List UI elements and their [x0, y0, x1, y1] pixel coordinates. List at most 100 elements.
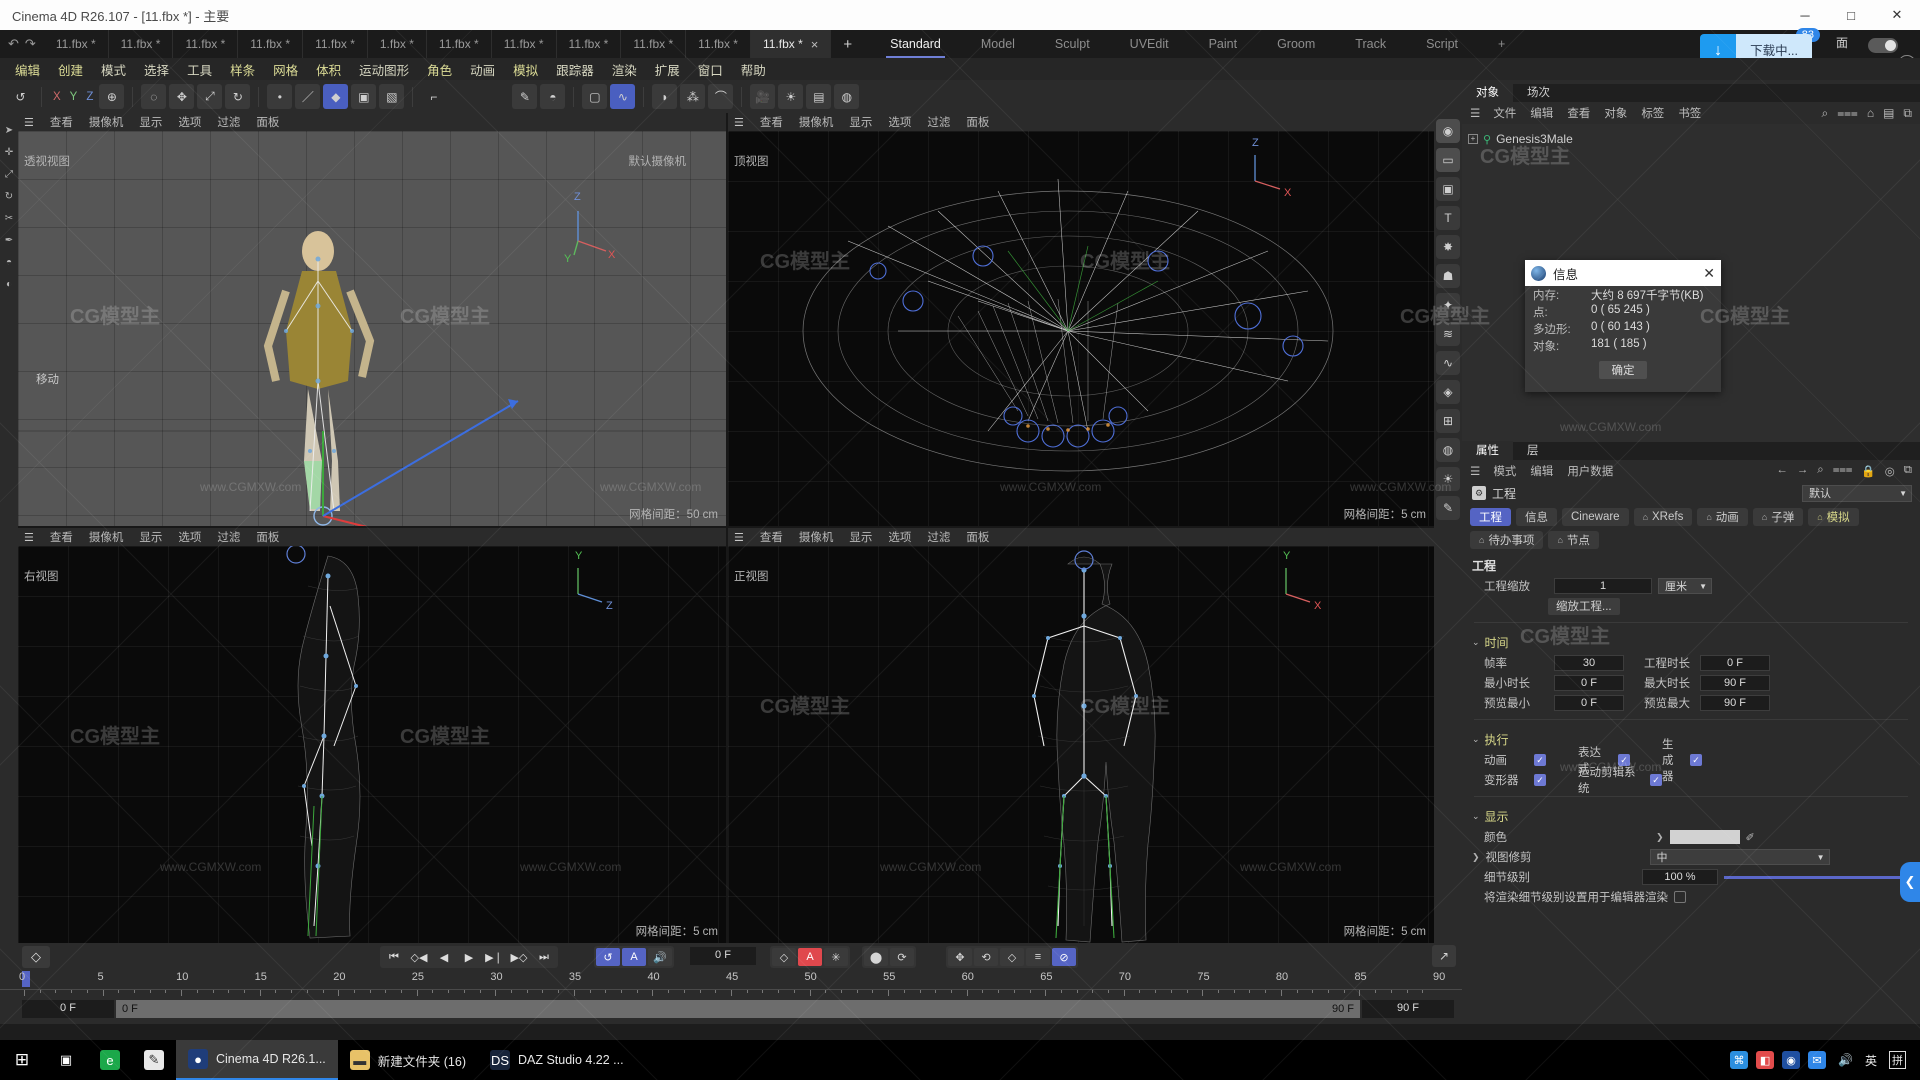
material-sphere-icon[interactable]: ◍ — [834, 84, 860, 109]
record-keyframe-button[interactable]: ◇ — [22, 946, 50, 968]
viewport-menu-filter[interactable]: 过滤 — [209, 114, 248, 130]
viewport-menu-display[interactable]: 显示 — [841, 114, 880, 130]
color-swatch[interactable] — [1669, 830, 1740, 844]
object-row-genesis3male[interactable]: + ⚲ Genesis3Male — [1468, 130, 1920, 148]
viewport-top[interactable]: ☰ 查看 摄像机 显示 选项 过滤 面板 Z X 顶视图 网格间距：5 cm — [728, 113, 1434, 526]
app-icon-1[interactable]: ⌘ — [1730, 1051, 1749, 1069]
play-icon[interactable]: ▶ — [457, 948, 481, 966]
document-tab-4[interactable]: 11.fbx * — [303, 30, 368, 58]
attr-menu-edit[interactable]: 编辑 — [1523, 463, 1560, 479]
chevron-right-icon[interactable]: ❯ — [1472, 852, 1480, 863]
chevron-down-icon[interactable]: ⌄ — [1472, 734, 1480, 745]
spline-pen-icon[interactable]: ✎ — [512, 84, 538, 109]
attribute-chip-4[interactable]: ⌂ 动画 — [1697, 508, 1748, 526]
viewport-menu-filter[interactable]: 过滤 — [209, 529, 248, 545]
document-tab-11[interactable]: 11.fbx * × — [750, 30, 832, 58]
viewport-menu-view[interactable]: 查看 — [752, 114, 791, 130]
lock-icon[interactable]: 🔒 — [1861, 464, 1875, 478]
popout-icon[interactable]: ⧉ — [1903, 106, 1912, 121]
layout-tab-track[interactable]: Track — [1335, 30, 1406, 58]
scale-key-icon[interactable]: ✥ — [948, 948, 972, 966]
simulation-gear-icon[interactable]: ✦ — [1436, 293, 1460, 317]
texture-mode-icon[interactable]: ▧ — [379, 84, 405, 109]
viewport-menu-camera[interactable]: 摄像机 — [81, 114, 132, 130]
keyframe-settings-icon[interactable]: ✳ — [824, 948, 848, 966]
menu-item-0[interactable]: 编辑 — [6, 60, 49, 79]
app-icon-2[interactable]: ◧ — [1756, 1051, 1775, 1069]
viewport-menu-view[interactable]: 查看 — [42, 114, 81, 130]
scale-axis-icon[interactable]: ⤢ — [2, 167, 16, 181]
cube-primitive-icon[interactable]: ▢ — [582, 84, 608, 109]
minimize-button[interactable]: ─ — [1782, 0, 1828, 30]
light-icon[interactable]: ☀ — [778, 84, 804, 109]
go-to-end-icon[interactable]: ⏭ — [532, 948, 556, 966]
viewport-perspective[interactable]: ☰ 查看 摄像机 显示 选项 过滤 面板 Z X Y 透视视图 默认摄像机 移动… — [18, 113, 726, 526]
viewport-menu-view[interactable]: 查看 — [752, 529, 791, 545]
layout-toggle[interactable] — [1868, 38, 1898, 53]
preview-min-field[interactable]: 0 F — [1554, 695, 1624, 711]
redo-icon[interactable]: ↷ — [25, 36, 36, 52]
scale-project-button[interactable]: 缩放工程... — [1548, 597, 1620, 615]
layout-tab-standard[interactable]: Standard — [870, 30, 961, 58]
animation-checkbox[interactable]: ✓ — [1534, 754, 1546, 766]
param-key-icon[interactable]: ⟲ — [974, 948, 998, 966]
autokeying-icon[interactable]: A — [798, 948, 822, 966]
track-list-icon[interactable]: ≡ — [1026, 948, 1050, 966]
document-tab-5[interactable]: 1.fbx * — [368, 30, 427, 58]
viewport-menu-camera[interactable]: 摄像机 — [81, 529, 132, 545]
menu-item-6[interactable]: 网格 — [264, 60, 307, 79]
menu-item-13[interactable]: 渲染 — [603, 60, 646, 79]
camera-icon[interactable]: 🎥 — [750, 84, 776, 109]
task-view-button[interactable]: ▣ — [44, 1040, 88, 1080]
object-manager-tab-1[interactable]: 场次 — [1513, 83, 1564, 102]
next-key-icon[interactable]: ▶◇ — [507, 948, 531, 966]
weight-icon[interactable]: ◐ — [2, 277, 16, 291]
spline-object-icon[interactable]: ∿ — [610, 84, 636, 109]
viewport-menu-options[interactable]: 选项 — [170, 114, 209, 130]
attribute-chip-2[interactable]: Cineware — [1562, 508, 1629, 526]
panel-collapse-arrow[interactable]: ❮ — [1900, 862, 1920, 902]
close-tab-icon[interactable]: × — [811, 37, 819, 52]
chevron-down-icon[interactable]: ⌄ — [1472, 637, 1480, 648]
hamburger-icon[interactable]: ☰ — [24, 531, 34, 544]
om-menu-file[interactable]: 文件 — [1486, 105, 1523, 121]
om-menu-tag[interactable]: 标签 — [1634, 105, 1671, 121]
object-axis-icon[interactable]: ◉ — [1436, 119, 1460, 143]
min-duration-field[interactable]: 0 F — [1554, 675, 1624, 691]
attribute-chip-5[interactable]: ⌂ 子弹 — [1752, 508, 1804, 526]
preview-max-field[interactable]: 90 F — [1700, 695, 1770, 711]
home-icon[interactable]: ⌂ — [1867, 106, 1874, 121]
generator-checkbox[interactable]: ✓ — [1690, 754, 1702, 766]
project-scale-unit-dropdown[interactable]: 厘米 ▼ — [1658, 578, 1712, 594]
object-name[interactable]: Genesis3Male — [1496, 132, 1573, 146]
search-icon[interactable]: ⌕ — [1817, 464, 1823, 478]
om-menu-view[interactable]: 查看 — [1560, 105, 1597, 121]
light-icon[interactable]: ☀ — [1436, 467, 1460, 491]
brush-icon[interactable]: ✒ — [2, 233, 16, 247]
search-icon[interactable]: ⌕ — [1822, 106, 1829, 121]
lod-field[interactable]: 100 % — [1642, 869, 1718, 885]
attribute-chip-0[interactable]: 工程 — [1470, 508, 1511, 526]
model-mode-icon[interactable]: ▣ — [351, 84, 377, 109]
rotate-axis-icon[interactable]: ↻ — [2, 189, 16, 203]
viewport-menu-options[interactable]: 选项 — [170, 529, 209, 545]
floor-icon[interactable]: ▤ — [806, 84, 832, 109]
taskbar-item-1[interactable]: ✎ — [132, 1040, 176, 1080]
viewport-menu-filter[interactable]: 过滤 — [919, 529, 958, 545]
axis-z-label[interactable]: Z — [83, 91, 96, 103]
taskbar-item-4[interactable]: DS DAZ Studio 4.22 ... — [478, 1040, 636, 1080]
cube-icon[interactable]: ▣ — [1436, 177, 1460, 201]
lod-slider[interactable] — [1724, 870, 1920, 884]
pla-key-icon[interactable]: ◇ — [1000, 948, 1024, 966]
motionclip-checkbox[interactable]: ✓ — [1650, 774, 1662, 786]
om-menu-edit[interactable]: 编辑 — [1523, 105, 1560, 121]
attribute-chip-1[interactable]: 信息 — [1516, 508, 1557, 526]
document-tab-9[interactable]: 11.fbx * — [621, 30, 687, 58]
pen-icon[interactable]: ✎ — [1436, 496, 1460, 520]
axis-y-label[interactable]: Y — [67, 91, 81, 103]
menu-item-16[interactable]: 帮助 — [732, 60, 775, 79]
layout-tab-uvedit[interactable]: UVEdit — [1110, 30, 1189, 58]
hamburger-icon[interactable]: ☰ — [1468, 464, 1486, 478]
attr-menu-userdata[interactable]: 用户数据 — [1560, 463, 1620, 479]
select-arrow-icon[interactable]: ➤ — [2, 123, 16, 137]
